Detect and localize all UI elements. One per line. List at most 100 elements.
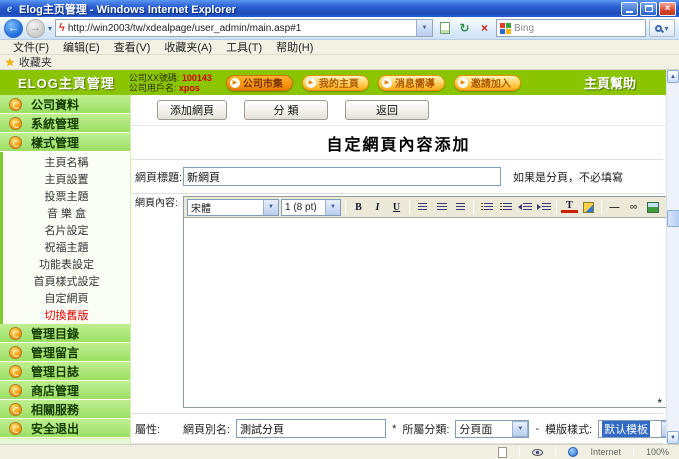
menu-item-favorites[interactable]: 收藏夹(A) <box>157 39 219 55</box>
back-button[interactable]: ← <box>4 19 23 38</box>
address-dropdown-icon[interactable]: ▼ <box>416 20 432 36</box>
editor-content-area[interactable] <box>184 218 679 407</box>
menu-item-tools[interactable]: 工具(T) <box>219 39 269 55</box>
bold-button[interactable]: B <box>350 199 367 216</box>
menu-item-file[interactable]: 文件(F) <box>6 39 56 55</box>
unordered-list-button[interactable] <box>497 199 514 216</box>
company-market-button[interactable]: ▶ 公司市集 <box>226 75 293 91</box>
scroll-thumb[interactable] <box>667 210 679 227</box>
menu-item-edit[interactable]: 编辑(E) <box>56 39 107 55</box>
play-icon: ▶ <box>230 78 240 88</box>
main-panel: 添加網頁 分 類 返回 自定網頁內容添加 網頁標題: 如果是分頁，不必填寫 網頁… <box>130 95 666 444</box>
search-input[interactable] <box>514 23 645 34</box>
ordered-list-icon <box>481 203 493 212</box>
homepage-help-link[interactable]: 主頁幫助 <box>584 73 636 92</box>
sidebar-item-manage-directory[interactable]: 管理目錄 <box>0 324 130 343</box>
submenu-item-switch-old-version[interactable]: 切換舊版 <box>3 306 130 323</box>
zoom-level[interactable]: 100% <box>646 447 669 457</box>
alias-input[interactable] <box>236 419 386 438</box>
search-button[interactable]: ▾ <box>649 19 675 37</box>
sidebar-item-shop-manage[interactable]: 商店管理 <box>0 381 130 400</box>
align-center-button[interactable] <box>433 199 450 216</box>
menu-item-view[interactable]: 查看(V) <box>107 39 158 55</box>
attributes-label: 屬性: <box>131 421 183 437</box>
favorites-label[interactable]: 收藏夹 <box>19 54 52 70</box>
my-homepage-label: 我的主頁 <box>319 75 359 90</box>
insert-link-button[interactable]: ∞ <box>625 199 642 216</box>
menu-bar: 文件(F) 编辑(E) 查看(V) 收藏夹(A) 工具(T) 帮助(H) <box>0 40 679 55</box>
vertical-scrollbar[interactable]: ▲ ▼ <box>666 70 679 444</box>
favorites-star-icon[interactable]: ★ <box>5 56 15 69</box>
close-button[interactable]: × <box>659 2 676 16</box>
insert-image-button[interactable] <box>644 199 661 216</box>
shell-icon <box>9 327 22 340</box>
italic-button[interactable]: I <box>369 199 386 216</box>
align-left-button[interactable] <box>414 199 431 216</box>
font-family-select[interactable]: 宋體 ▼ <box>187 199 279 216</box>
history-dropdown-icon[interactable]: ▾ <box>48 24 52 33</box>
forward-button[interactable]: → <box>26 19 45 38</box>
category-select[interactable]: 分頁面 ▼ <box>455 420 529 438</box>
refresh-button[interactable]: ↻ <box>456 20 473 37</box>
sidebar-item-related-services[interactable]: 相關服務 <box>0 400 130 419</box>
category-button[interactable]: 分 類 <box>244 100 328 120</box>
font-size-select[interactable]: 1 (8 pt) ▼ <box>281 199 341 216</box>
submenu-item-blessing-theme[interactable]: 祝福主題 <box>3 238 130 255</box>
minimize-icon <box>626 11 633 13</box>
submenu-item-homepage-settings[interactable]: 主頁設置 <box>3 170 130 187</box>
sidebar-item-manage-logs[interactable]: 管理日誌 <box>0 362 130 381</box>
window-title: Elog主页管理 - Windows Internet Explorer <box>19 1 621 17</box>
outdent-button[interactable] <box>516 199 533 216</box>
submenu-item-vote-theme[interactable]: 投票主題 <box>3 187 130 204</box>
sidebar-item-system-manage[interactable]: 系統管理 <box>0 114 130 133</box>
sidebar-item-manage-comments[interactable]: 管理留言 <box>0 343 130 362</box>
protected-mode-icon <box>532 449 543 456</box>
restore-button[interactable] <box>640 2 657 16</box>
account-info: 公司XX號碼: 100143 公司用戶名: xpos <box>129 73 212 93</box>
sidebar-item-company-info[interactable]: 公司資料 <box>0 95 130 114</box>
underline-button[interactable]: U <box>388 199 405 216</box>
add-page-button[interactable]: 添加網頁 <box>157 100 227 120</box>
menu-item-help[interactable]: 帮助(H) <box>269 39 320 55</box>
required-mark: * <box>657 396 662 410</box>
submenu-item-card-settings[interactable]: 名片設定 <box>3 221 130 238</box>
play-icon: ▶ <box>458 78 468 88</box>
submenu-item-custom-page[interactable]: 自定網頁 <box>3 289 130 306</box>
address-bar[interactable]: ϟ ▼ <box>55 19 433 37</box>
return-button[interactable]: 返回 <box>345 100 429 120</box>
page-content-label: 網頁內容: <box>131 194 183 413</box>
search-options-icon: ▾ <box>664 24 668 33</box>
submenu-item-homepage-name[interactable]: 主頁名稱 <box>3 153 130 170</box>
submenu-item-homepage-style-settings[interactable]: 首頁樣式設定 <box>3 272 130 289</box>
invite-join-button[interactable]: ▶ 邀請加入 <box>454 75 521 91</box>
align-right-button[interactable] <box>452 199 469 216</box>
sidebar-item-logout[interactable]: 安全退出 <box>0 419 130 438</box>
message-wizard-button[interactable]: ▶ 消息嚮導 <box>378 75 445 91</box>
sidebar-item-style-manage[interactable]: 樣式管理 <box>0 133 130 152</box>
submenu-item-music-box[interactable]: 音 樂 盒 <box>3 204 130 221</box>
favorites-bar: ★ 收藏夹 <box>0 55 679 70</box>
submenu-item-menu-settings[interactable]: 功能表設定 <box>3 255 130 272</box>
shell-icon <box>9 346 22 359</box>
status-divider <box>633 447 634 457</box>
stop-button[interactable]: × <box>476 20 493 37</box>
url-input[interactable] <box>68 23 416 34</box>
my-homepage-button[interactable]: ▶ 我的主頁 <box>302 75 369 91</box>
indent-icon <box>537 203 551 212</box>
horizontal-rule-button[interactable]: — <box>606 199 623 216</box>
template-value: 默认模板 <box>602 421 650 437</box>
ordered-list-button[interactable] <box>478 199 495 216</box>
scroll-down-button[interactable]: ▼ <box>667 431 679 444</box>
rich-text-editor: 宋體 ▼ 1 (8 pt) ▼ B I <box>183 196 679 408</box>
category-label: 所屬分類: <box>402 421 449 437</box>
indent-button[interactable] <box>535 199 552 216</box>
minimize-button[interactable] <box>621 2 638 16</box>
highlight-color-button[interactable] <box>580 199 597 216</box>
text-color-button[interactable]: T <box>561 201 578 213</box>
internet-zone-icon <box>568 447 578 457</box>
chevron-down-icon: ▼ <box>263 200 278 215</box>
page-title-input[interactable] <box>183 167 501 186</box>
search-box[interactable] <box>496 19 646 37</box>
scroll-up-button[interactable]: ▲ <box>667 70 679 83</box>
compatibility-view-button[interactable] <box>436 20 453 37</box>
